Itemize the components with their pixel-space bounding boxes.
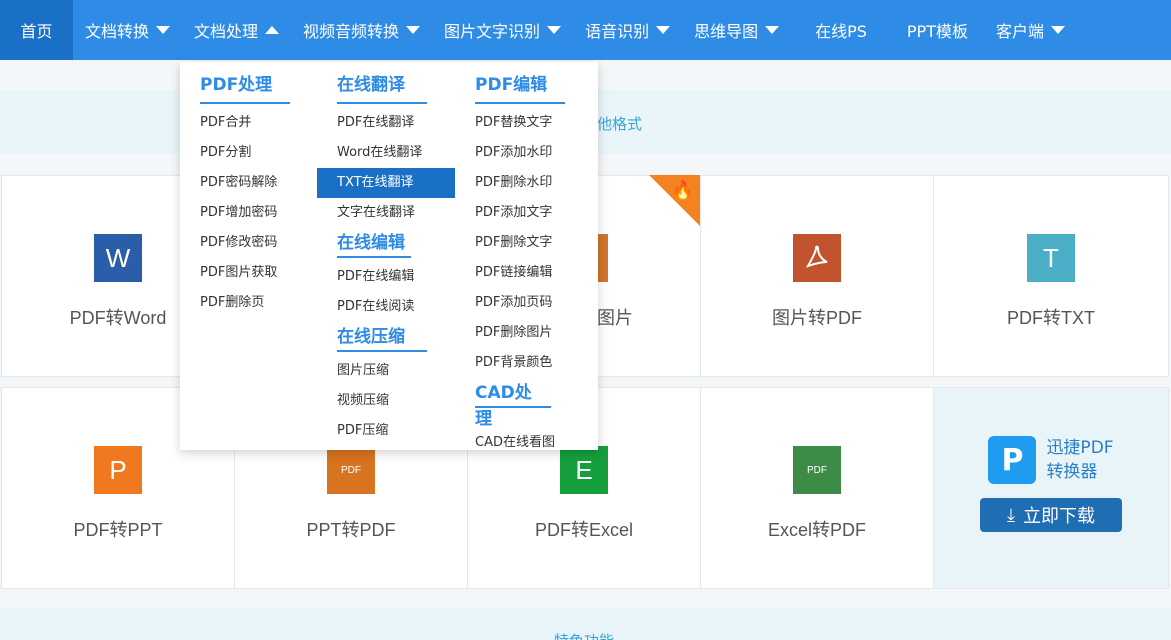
- nav-mindmap[interactable]: 思维导图: [682, 0, 791, 60]
- nav-speech[interactable]: 语音识别: [573, 0, 682, 60]
- flame-icon: 🔥: [671, 180, 694, 201]
- menu-link[interactable]: PDF在线阅读: [337, 292, 455, 322]
- menu-link[interactable]: PDF删除图片: [475, 318, 565, 348]
- download-label: 立即下载: [1022, 506, 1095, 527]
- promo-title-line: 迅捷PDF: [1046, 438, 1114, 458]
- dropdown-col-pdf: PDF处理 PDF合并 PDF分割 PDF密码解除 PDF增加密码 PDF修改密…: [200, 72, 290, 318]
- banner-text: 他格式: [597, 115, 643, 133]
- menu-link[interactable]: PDF密码解除: [200, 168, 290, 198]
- promo-title-line: 转换器: [1046, 462, 1098, 482]
- promo-title: 迅捷PDF 转换器: [1046, 436, 1113, 484]
- menu-link[interactable]: PDF添加文字: [475, 198, 565, 228]
- menu-link[interactable]: PDF压缩: [337, 416, 455, 446]
- menu-link[interactable]: PDF删除页: [200, 288, 290, 318]
- menu-link[interactable]: PDF在线翻译: [337, 108, 455, 138]
- nav-doc-convert[interactable]: 文档转换: [73, 0, 182, 60]
- nav-ocr[interactable]: 图片文字识别: [432, 0, 573, 60]
- nav-label: 在线PS: [815, 22, 867, 41]
- chevron-down-icon: [656, 26, 671, 34]
- menu-link[interactable]: PDF合并: [200, 108, 290, 138]
- promo-download-card: P 迅捷PDF 转换器 ⤓ 立即下载: [933, 387, 1169, 589]
- nav-ppt-templates[interactable]: PPT模板: [891, 0, 984, 60]
- col-heading: 在线翻译: [337, 72, 427, 104]
- section-title: 特色功能: [554, 630, 614, 640]
- word-icon: W: [94, 234, 142, 282]
- col-heading: PDF编辑: [475, 72, 565, 104]
- nav-label: 视频音频转换: [303, 22, 400, 41]
- menu-link[interactable]: PDF添加水印: [475, 138, 565, 168]
- col-heading: 在线压缩: [337, 324, 427, 352]
- menu-link[interactable]: PDF删除水印: [475, 168, 565, 198]
- excel-icon: E: [560, 446, 608, 494]
- tool-label: PPT转PDF: [306, 520, 396, 540]
- top-nav: 首页 文档转换 文档处理 视频音频转换 图片文字识别 语音识别 思维导图 在线P…: [0, 0, 1171, 60]
- menu-link[interactable]: Word在线翻译: [337, 138, 455, 168]
- menu-link[interactable]: PDF图片获取: [200, 258, 290, 288]
- ppt-icon: P: [94, 446, 142, 494]
- chevron-down-icon: [156, 26, 171, 34]
- download-button[interactable]: ⤓ 立即下载: [980, 498, 1122, 532]
- tool-image-to-pdf[interactable]: 图片转PDF: [700, 175, 934, 377]
- doc-process-dropdown: PDF处理 PDF合并 PDF分割 PDF密码解除 PDF增加密码 PDF修改密…: [180, 62, 598, 450]
- chevron-down-icon: [1051, 26, 1065, 34]
- tool-label: 图片转PDF: [772, 308, 862, 328]
- nav-label: 文档处理: [194, 22, 259, 41]
- dropdown-col-edit: PDF编辑 PDF替换文字 PDF添加水印 PDF删除水印 PDF添加文字 PD…: [475, 72, 565, 458]
- page: 首页 文档转换 文档处理 视频音频转换 图片文字识别 语音识别 思维导图 在线P…: [0, 0, 1171, 640]
- menu-link[interactable]: PDF链接编辑: [475, 258, 565, 288]
- dropdown-col-online: 在线翻译 PDF在线翻译 Word在线翻译 TXT在线翻译 文字在线翻译 在线编…: [317, 72, 455, 446]
- nav-label: 首页: [20, 22, 53, 41]
- acrobat-icon: [805, 245, 828, 268]
- nav-online-ps[interactable]: 在线PS: [791, 0, 891, 60]
- menu-link[interactable]: PDF添加页码: [475, 288, 565, 318]
- menu-link[interactable]: PDF删除文字: [475, 228, 565, 258]
- menu-link[interactable]: 图片压缩: [337, 356, 455, 386]
- tool-excel-to-pdf[interactable]: PDF Excel转PDF: [700, 387, 934, 589]
- col-heading: 在线编辑: [337, 230, 411, 258]
- menu-link[interactable]: 视频压缩: [337, 386, 455, 416]
- tool-label: PDF转Excel: [534, 520, 633, 540]
- app-logo-icon: P: [988, 436, 1037, 484]
- nav-label: PPT模板: [906, 22, 968, 41]
- pdf-doc-icon: PDF: [327, 446, 375, 494]
- menu-link[interactable]: PDF背景颜色: [475, 348, 565, 378]
- menu-link[interactable]: PDF修改密码: [200, 228, 290, 258]
- nav-doc-process[interactable]: 文档处理: [182, 0, 291, 60]
- menu-link-active[interactable]: TXT在线翻译: [317, 168, 455, 198]
- tool-label: 图片: [597, 308, 633, 328]
- chevron-down-icon: [406, 26, 421, 34]
- menu-link[interactable]: 文字在线翻译: [337, 198, 455, 228]
- nav-label: 客户端: [995, 22, 1044, 41]
- promo-head: P 迅捷PDF 转换器: [988, 436, 1114, 484]
- nav-label: 思维导图: [694, 22, 759, 41]
- col-heading: PDF处理: [200, 72, 290, 104]
- pdf-icon: [793, 234, 841, 282]
- tool-label: PDF转PPT: [73, 520, 163, 540]
- tool-label: PDF转TXT: [1007, 308, 1095, 328]
- menu-link[interactable]: CAD在线看图: [475, 428, 565, 458]
- nav-label: 语音识别: [585, 22, 650, 41]
- tool-label: PDF转Word: [69, 308, 167, 328]
- download-icon: ⤓: [1007, 504, 1015, 526]
- menu-link[interactable]: PDF替换文字: [475, 108, 565, 138]
- nav-client[interactable]: 客户端: [984, 0, 1077, 60]
- nav-label: 文档转换: [85, 22, 150, 41]
- menu-link[interactable]: PDF分割: [200, 138, 290, 168]
- nav-av-convert[interactable]: 视频音频转换: [291, 0, 432, 60]
- chevron-up-icon: [265, 26, 280, 34]
- tool-label: Excel转PDF: [767, 520, 866, 540]
- chevron-down-icon: [547, 26, 562, 34]
- menu-link[interactable]: PDF增加密码: [200, 198, 290, 228]
- nav-home[interactable]: 首页: [0, 0, 73, 60]
- txt-icon: T: [1027, 234, 1075, 282]
- chevron-down-icon: [765, 26, 780, 34]
- tool-pdf-to-txt[interactable]: T PDF转TXT: [933, 175, 1169, 377]
- pdf-doc-icon: PDF: [793, 446, 841, 494]
- col-heading: CAD处理: [475, 380, 551, 429]
- menu-link[interactable]: PDF在线编辑: [337, 262, 455, 292]
- nav-label: 图片文字识别: [444, 22, 541, 41]
